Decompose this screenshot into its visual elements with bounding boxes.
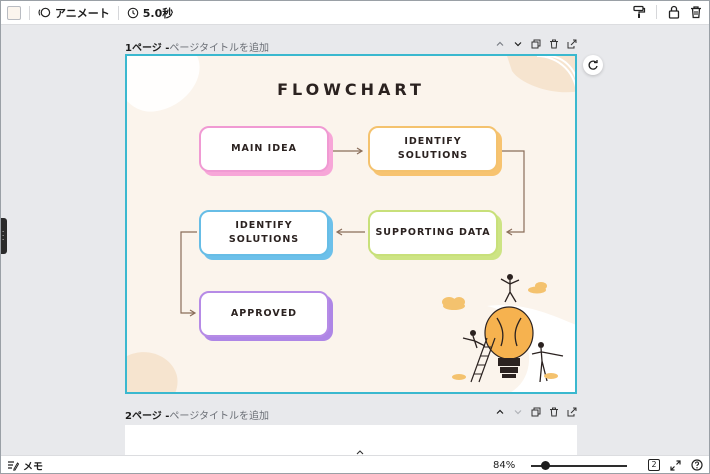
editor-window: アニメート 5.0秒 · · · 1ページ - ページタイトルを追加 FLOWC…: [0, 0, 710, 474]
lightbulb-illustration: [442, 274, 575, 392]
page-1-title-input[interactable]: ページタイトルを追加: [169, 39, 269, 54]
delete-page-icon[interactable]: [549, 407, 559, 417]
side-panel-toggle[interactable]: · · ·: [1, 218, 7, 254]
page-2-header: 2ページ - ページタイトルを追加: [125, 407, 577, 422]
notes-icon: [8, 460, 19, 471]
duration-button[interactable]: 5.0秒: [127, 5, 174, 21]
zoom-level[interactable]: 84%: [493, 460, 515, 471]
notes-label: メモ: [23, 461, 43, 473]
bottom-bar: メモ 84% 2: [1, 455, 709, 473]
page-2-title-input[interactable]: ページタイトルを追加: [169, 407, 269, 422]
design-canvas-page-1[interactable]: FLOWCHART MAIN IDEA IDENTIFY SOLUTIONS S…: [125, 54, 577, 394]
duplicate-icon[interactable]: [531, 407, 541, 417]
refresh-button[interactable]: [583, 55, 603, 75]
toolbar-divider: [29, 5, 30, 20]
bottom-right-actions: 2: [648, 459, 703, 471]
duration-label: 5.0秒: [142, 6, 174, 20]
supporting-data-box[interactable]: SUPPORTING DATA: [368, 210, 498, 256]
fullscreen-icon[interactable]: [670, 459, 681, 471]
toolbar-right-actions: [632, 5, 703, 19]
chevron-down-icon[interactable]: [513, 39, 523, 49]
animate-label: アニメート: [55, 6, 110, 20]
clock-icon: [127, 7, 139, 18]
page-1-tools: [495, 39, 577, 49]
identify-solutions-box-2[interactable]: IDENTIFY SOLUTIONS: [199, 210, 329, 256]
page-count-button[interactable]: 2: [648, 459, 660, 471]
page-count: 2: [651, 460, 657, 469]
identify-solutions-box-1[interactable]: IDENTIFY SOLUTIONS: [368, 126, 498, 172]
animate-icon: [38, 7, 51, 18]
zoom-slider-handle[interactable]: [541, 461, 551, 470]
approved-box[interactable]: APPROVED: [199, 291, 329, 337]
top-toolbar: アニメート 5.0秒: [1, 1, 709, 25]
animate-button[interactable]: アニメート: [38, 5, 110, 21]
canvas-decorations: [127, 56, 575, 392]
flowchart-title[interactable]: FLOWCHART: [127, 80, 575, 99]
paint-roller-icon[interactable]: [632, 5, 646, 19]
trash-icon[interactable]: [689, 5, 703, 19]
chevron-up-icon[interactable]: [495, 407, 505, 417]
notes-button[interactable]: メモ: [7, 458, 43, 473]
refresh-icon: [588, 60, 598, 70]
page-2-number: 2ページ -: [125, 410, 170, 422]
page-1-header: 1ページ - ページタイトルを追加: [125, 39, 577, 54]
page-1-number: 1ページ -: [125, 42, 170, 54]
toolbar-divider: [117, 5, 119, 20]
chevron-up-icon[interactable]: [495, 39, 505, 49]
add-page-icon[interactable]: [567, 39, 577, 49]
delete-page-icon[interactable]: [549, 39, 559, 49]
toolbar-divider: [656, 5, 657, 19]
background-color-swatch[interactable]: [7, 5, 21, 20]
help-icon[interactable]: [691, 459, 703, 471]
chevron-down-icon[interactable]: [513, 407, 523, 417]
duplicate-icon[interactable]: [531, 39, 541, 49]
main-idea-box[interactable]: MAIN IDEA: [199, 126, 329, 172]
lock-icon[interactable]: [667, 5, 681, 19]
add-page-icon[interactable]: [567, 407, 577, 417]
page-2-tools: [495, 407, 577, 417]
